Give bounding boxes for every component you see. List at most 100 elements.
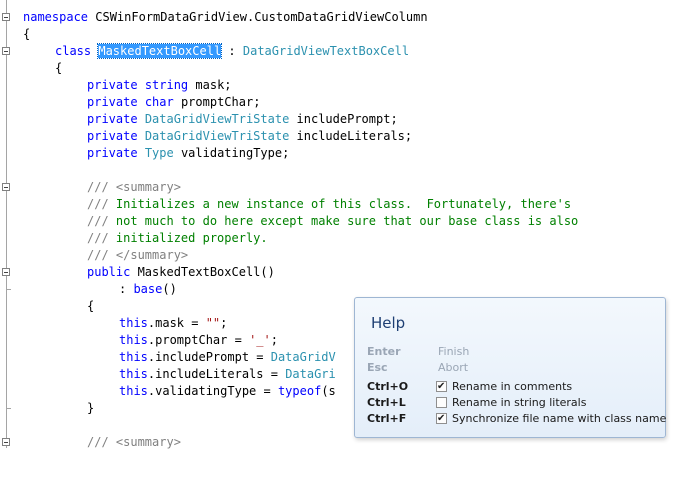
base-type: DataGridViewTextBoxCell	[242, 44, 410, 58]
semicolon: ;	[220, 316, 228, 330]
code-line: /// not much to do here except make sure…	[0, 213, 674, 230]
keyword: base	[133, 282, 163, 296]
xml-tag: <summary>	[115, 180, 181, 194]
field: promptChar;	[173, 95, 261, 109]
code-line: private Type validatingType;	[0, 145, 674, 162]
brace: {	[23, 27, 31, 41]
keyword: this	[119, 384, 148, 398]
rename-help-popup: Help Enter Finish Esc Abort Ctrl+O Renam…	[354, 297, 666, 438]
rename-comments-checkbox[interactable]	[436, 378, 447, 395]
keyword: public	[87, 265, 131, 279]
code-line: class MaskedTextBoxCell : DataGridViewTe…	[0, 43, 674, 60]
shortcut-action: Abort	[438, 361, 469, 374]
brace: }	[87, 401, 95, 415]
keyword: typeof	[277, 384, 322, 398]
shortcut-key: Ctrl+F	[367, 412, 407, 425]
option-label[interactable]: Rename in comments	[452, 378, 572, 395]
string-literal: ""	[205, 316, 221, 330]
outline-tick	[7, 289, 11, 290]
option-rename-strings[interactable]: Ctrl+L Rename in string literals	[355, 394, 667, 411]
code-line: public MaskedTextBoxCell()	[0, 264, 674, 281]
keyword: private	[87, 146, 138, 160]
shortcut-action: Finish	[438, 345, 470, 358]
type-name: DataGridViewTriState	[144, 112, 290, 126]
code-editor[interactable]: namespace CSWinFormDataGridView.CustomDa…	[0, 0, 674, 449]
keyword: this	[119, 333, 148, 347]
comment: not much to do here except make sure tha…	[115, 214, 579, 228]
xml-tag: <summary>	[115, 435, 181, 449]
keyword: string	[144, 78, 189, 92]
parens: ()	[162, 282, 177, 296]
collapse-icon[interactable]	[2, 268, 10, 276]
brace: {	[87, 299, 95, 313]
keyword: char	[144, 95, 174, 109]
type-name: DataGri	[285, 367, 336, 381]
keyword: private	[87, 112, 138, 126]
shortcut-key: Esc	[367, 361, 388, 374]
rename-strings-checkbox[interactable]	[436, 397, 447, 408]
brace: {	[55, 61, 63, 75]
option-rename-comments[interactable]: Ctrl+O Rename in comments	[355, 378, 667, 395]
type-name: DataGridV	[270, 350, 336, 364]
collapse-icon[interactable]	[2, 183, 10, 191]
expression: (s	[321, 384, 336, 398]
type-name: Type	[144, 146, 174, 160]
doc-prefix: ///	[87, 435, 116, 449]
member: .includeLiterals =	[147, 367, 286, 381]
comment: Initializes a new instance of this class…	[115, 197, 572, 211]
type-name: DataGridViewTriState	[144, 129, 290, 143]
option-label[interactable]: Rename in string literals	[452, 394, 586, 411]
colon: :	[119, 282, 134, 296]
keyword: this	[119, 350, 148, 364]
ctor-name: MaskedTextBoxCell()	[130, 265, 275, 279]
keyword: class	[55, 44, 92, 58]
colon: :	[221, 44, 243, 58]
member: .mask =	[147, 316, 206, 330]
doc-prefix: ///	[87, 197, 116, 211]
code-line: : base()	[0, 281, 674, 298]
field: validatingType;	[173, 146, 290, 160]
namespace-name: CSWinFormDataGridView.CustomDataGridView…	[88, 10, 428, 24]
xml-tag: </summary>	[115, 248, 189, 262]
outline-tick	[7, 408, 11, 409]
code-line: private char promptChar;	[0, 94, 674, 111]
help-title: Help	[371, 314, 406, 332]
class-name-selected[interactable]: MaskedTextBoxCell	[97, 43, 223, 59]
shortcut-row-abort: Esc Abort	[355, 359, 667, 376]
shortcut-row-finish: Enter Finish	[355, 343, 667, 360]
keyword: private	[87, 129, 138, 143]
shortcut-key: Ctrl+O	[367, 380, 409, 393]
keyword: this	[119, 367, 148, 381]
option-label[interactable]: Synchronize file name with class name	[452, 410, 666, 427]
char-literal: '_'	[249, 333, 271, 347]
doc-prefix: ///	[87, 248, 116, 262]
member: .promptChar =	[147, 333, 250, 347]
code-line: {	[0, 60, 674, 77]
code-line: /// Initializes a new instance of this c…	[0, 196, 674, 213]
doc-prefix: ///	[87, 214, 116, 228]
keyword: namespace	[23, 10, 89, 24]
semicolon: ;	[270, 333, 278, 347]
code-line: {	[0, 26, 674, 43]
code-line: private DataGridViewTriState includeProm…	[0, 111, 674, 128]
keyword: private	[87, 95, 138, 109]
sync-filename-checkbox[interactable]	[436, 410, 447, 427]
collapse-icon[interactable]	[2, 13, 10, 21]
code-line: namespace CSWinFormDataGridView.CustomDa…	[0, 9, 674, 26]
collapse-icon[interactable]	[2, 47, 10, 55]
field: includePrompt;	[289, 112, 398, 126]
option-sync-filename[interactable]: Ctrl+F Synchronize file name with class …	[355, 410, 667, 427]
collapse-icon[interactable]	[2, 438, 10, 446]
code-line: private string mask;	[0, 77, 674, 94]
code-line: private DataGridViewTriState includeLite…	[0, 128, 674, 145]
code-line: /// initialized properly.	[0, 230, 674, 247]
member: .validatingType =	[147, 384, 278, 398]
shortcut-key: Enter	[367, 345, 401, 358]
shortcut-key: Ctrl+L	[367, 396, 406, 409]
field: mask;	[188, 78, 232, 92]
code-line: /// <summary>	[0, 179, 674, 196]
doc-prefix: ///	[87, 231, 116, 245]
doc-prefix: ///	[87, 180, 116, 194]
code-line: /// </summary>	[0, 247, 674, 264]
comment: initialized properly.	[115, 231, 268, 245]
